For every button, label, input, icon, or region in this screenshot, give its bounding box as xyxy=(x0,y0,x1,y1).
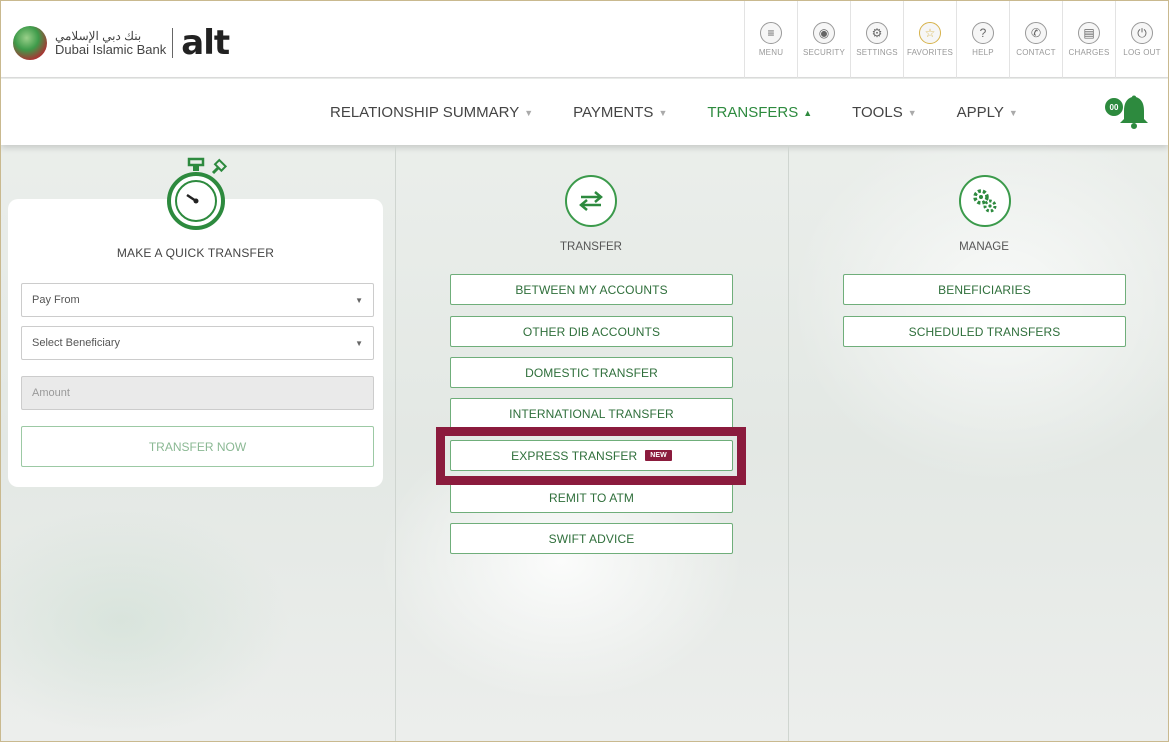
new-badge: NEW xyxy=(645,450,672,461)
column-divider xyxy=(788,145,789,741)
menu-label: MENU xyxy=(758,48,784,57)
transfer-section-icon xyxy=(565,175,617,227)
utility-icons: ≡ MENU ◉ SECURITY ⚙ SETTINGS ☆ FAVORITES… xyxy=(744,1,1168,78)
favorites-icon: ☆ xyxy=(919,22,941,44)
amount-placeholder: Amount xyxy=(32,387,70,399)
domestic-transfer-button[interactable]: DOMESTIC TRANSFER xyxy=(450,357,733,388)
nav-label: PAYMENTS xyxy=(573,104,654,121)
stopwatch-icon xyxy=(167,157,228,230)
nav-label: RELATIONSHIP SUMMARY xyxy=(330,104,520,121)
help-button[interactable]: ? HELP xyxy=(956,1,1009,78)
chevron-down-icon: ▼ xyxy=(1008,107,1018,118)
logout-icon: ⏻ xyxy=(1131,22,1153,44)
charges-icon: ▤ xyxy=(1078,22,1100,44)
nav-label: TRANSFERS xyxy=(707,104,799,121)
chevron-down-icon: ▼ xyxy=(658,107,668,118)
bank-name-arabic: بنك دبي الإسلامي xyxy=(55,29,142,43)
bank-name: بنك دبي الإسلامي Dubai Islamic Bank xyxy=(55,29,166,57)
nav-relationship-summary[interactable]: RELATIONSHIP SUMMARY ▼ xyxy=(330,104,533,121)
gears-icon xyxy=(973,189,997,213)
bank-emblem-icon xyxy=(13,26,47,60)
scheduled-transfers-button[interactable]: SCHEDULED TRANSFERS xyxy=(843,316,1126,347)
help-icon: ? xyxy=(972,22,994,44)
nav-apply[interactable]: APPLY ▼ xyxy=(957,104,1018,121)
between-my-accounts-button[interactable]: BETWEEN MY ACCOUNTS xyxy=(450,274,733,305)
top-bar: بنك دبي الإسلامي Dubai Islamic Bank alt … xyxy=(1,1,1168,78)
page-frame: بنك دبي الإسلامي Dubai Islamic Bank alt … xyxy=(0,0,1169,742)
nav-transfers[interactable]: TRANSFERS ▲ xyxy=(707,104,812,121)
manage-section-icon xyxy=(959,175,1011,227)
favorites-label: FAVORITES xyxy=(906,48,954,57)
main-nav: RELATIONSHIP SUMMARY ▼ PAYMENTS ▼ TRANSF… xyxy=(1,79,1168,145)
bank-name-english: Dubai Islamic Bank xyxy=(55,42,167,57)
notification-count: 00 xyxy=(1104,97,1124,117)
remit-to-atm-button[interactable]: REMIT TO ATM xyxy=(450,482,733,513)
nav-label: TOOLS xyxy=(852,104,903,121)
beneficiary-value: Select Beneficiary xyxy=(32,337,121,349)
manage-section-title: MANAGE xyxy=(959,241,1009,253)
beneficiary-select[interactable]: Select Beneficiary ▼ xyxy=(21,326,374,360)
other-dib-accounts-button[interactable]: OTHER DIB ACCOUNTS xyxy=(450,316,733,347)
chevron-down-icon: ▼ xyxy=(355,338,363,348)
chevron-up-icon: ▲ xyxy=(803,107,813,118)
amount-input[interactable]: Amount xyxy=(21,376,374,410)
settings-icon: ⚙ xyxy=(866,22,888,44)
chevron-down-icon: ▼ xyxy=(355,295,363,305)
nav-tools[interactable]: TOOLS ▼ xyxy=(852,104,917,121)
alt-brand: alt xyxy=(181,23,230,63)
column-divider xyxy=(395,145,396,741)
pay-from-value: Pay From xyxy=(32,294,80,306)
notifications-button[interactable]: 00 xyxy=(1104,93,1150,129)
security-label: SECURITY xyxy=(802,48,846,57)
contact-label: CONTACT xyxy=(1016,48,1056,57)
favorites-button[interactable]: ☆ FAVORITES xyxy=(903,1,956,78)
beneficiaries-button[interactable]: BENEFICIARIES xyxy=(843,274,1126,305)
bank-logo[interactable]: بنك دبي الإسلامي Dubai Islamic Bank alt xyxy=(13,23,230,63)
security-icon: ◉ xyxy=(813,22,835,44)
express-transfer-label: EXPRESS TRANSFER xyxy=(511,448,638,463)
contact-icon: ✆ xyxy=(1025,22,1047,44)
charges-button[interactable]: ▤ CHARGES xyxy=(1062,1,1115,78)
chevron-down-icon: ▼ xyxy=(524,107,534,118)
menu-icon: ≡ xyxy=(760,22,782,44)
nav-payments[interactable]: PAYMENTS ▼ xyxy=(573,104,667,121)
charges-label: CHARGES xyxy=(1068,48,1110,57)
help-label: HELP xyxy=(972,48,994,57)
menu-button[interactable]: ≡ MENU xyxy=(744,1,797,78)
chevron-down-icon: ▼ xyxy=(907,107,917,118)
contact-button[interactable]: ✆ CONTACT xyxy=(1009,1,1062,78)
swift-advice-button[interactable]: SWIFT ADVICE xyxy=(450,523,733,554)
logout-label: LOG OUT xyxy=(1123,48,1161,57)
transfer-section-title: TRANSFER xyxy=(560,241,622,253)
express-transfer-button[interactable]: EXPRESS TRANSFER NEW xyxy=(450,440,733,471)
security-button[interactable]: ◉ SECURITY xyxy=(797,1,850,78)
settings-label: SETTINGS xyxy=(856,48,898,57)
pay-from-select[interactable]: Pay From ▼ xyxy=(21,283,374,317)
logout-button[interactable]: ⏻ LOG OUT xyxy=(1115,1,1168,78)
logo-divider xyxy=(172,28,174,58)
nav-label: APPLY xyxy=(956,104,1004,121)
settings-button[interactable]: ⚙ SETTINGS xyxy=(850,1,903,78)
international-transfer-button[interactable]: INTERNATIONAL TRANSFER xyxy=(450,398,733,429)
transfer-now-button[interactable]: TRANSFER NOW xyxy=(21,426,374,467)
quick-transfer-title: MAKE A QUICK TRANSFER xyxy=(116,246,275,260)
swap-arrows-icon xyxy=(579,191,603,211)
